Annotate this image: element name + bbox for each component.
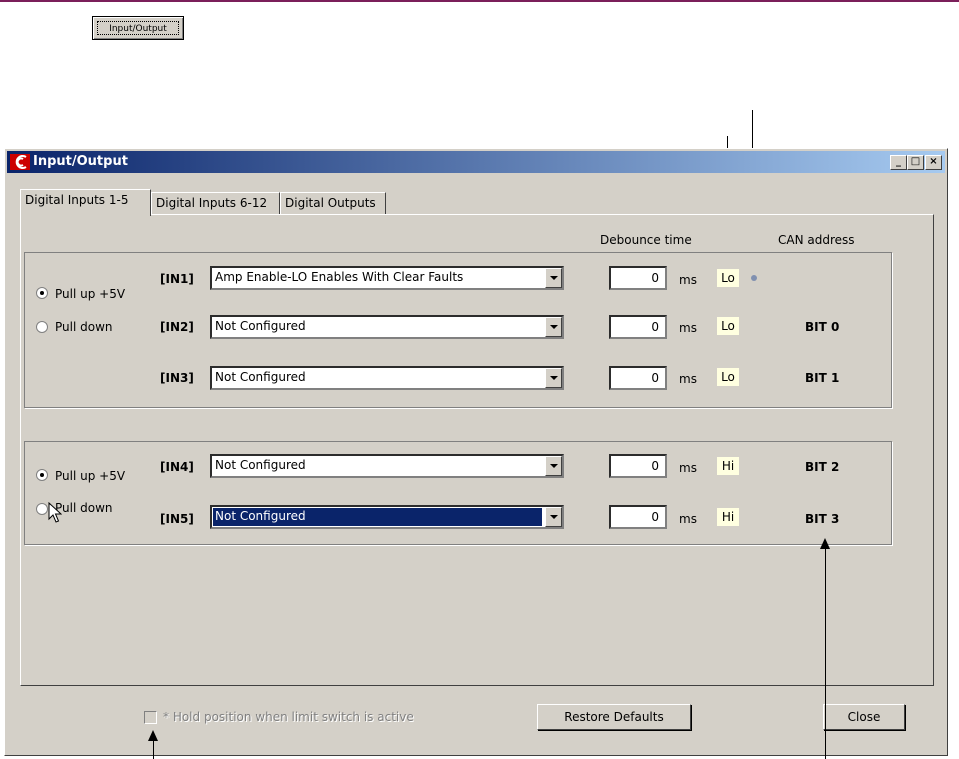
in1-state-indicator: Lo <box>717 269 739 287</box>
combo-value: Not Configured <box>215 319 306 333</box>
chevron-down-icon[interactable] <box>545 317 562 337</box>
input-label: [IN2] <box>160 320 194 334</box>
debounce-time-header: Debounce time <box>600 233 692 247</box>
pull-up-radio-group-1[interactable] <box>36 287 48 299</box>
in4-state-indicator: Hi <box>717 457 739 475</box>
hold-position-checkbox[interactable] <box>144 711 157 724</box>
close-button[interactable]: Close <box>823 704 905 730</box>
pull-down-label-group-1: Pull down <box>55 320 113 334</box>
input-output-toolbar-label: Input/Output <box>97 21 179 35</box>
pull-down-radio-group-1[interactable] <box>36 321 48 333</box>
input-label: [IN3] <box>160 371 194 385</box>
combo-value: Not Configured <box>213 508 542 526</box>
tab-label: Digital Inputs 6-12 <box>156 196 268 210</box>
hold-position-label: * Hold position when limit switch is act… <box>163 710 414 724</box>
pull-down-radio-group-2[interactable] <box>36 503 48 515</box>
in5-debounce-input[interactable]: 0 <box>609 505 667 529</box>
callout-arrowhead-checkbox <box>148 730 158 741</box>
in2-state-indicator: Lo <box>717 317 739 335</box>
window-titlebar[interactable]: Input/Output _ □ × <box>7 151 945 173</box>
tab-digital-outputs[interactable]: Digital Outputs <box>280 192 386 214</box>
in3-debounce-input[interactable]: 0 <box>609 366 667 390</box>
callout-line-checkbox <box>153 740 154 759</box>
in4-debounce-input[interactable]: 0 <box>609 454 667 478</box>
input-output-window: Input/Output _ □ × Digital Inputs 1-5 Di… <box>4 148 948 756</box>
in5-state-indicator: Hi <box>717 508 739 526</box>
in3-function-select[interactable]: Not Configured <box>210 366 564 390</box>
ms-unit: ms <box>679 512 697 526</box>
window-title: Input/Output <box>33 154 128 169</box>
minimize-icon: _ <box>896 156 901 167</box>
chevron-down-icon[interactable] <box>545 507 562 527</box>
minimize-button[interactable]: _ <box>890 155 907 170</box>
chevron-down-icon[interactable] <box>545 456 562 476</box>
maximize-icon: □ <box>910 156 921 167</box>
pull-down-label-group-2: Pull down <box>55 501 113 515</box>
callout-arrowhead-can-bit <box>820 538 830 549</box>
pull-up-radio-group-2[interactable] <box>36 469 48 481</box>
ms-unit: ms <box>679 461 697 475</box>
in4-function-select[interactable]: Not Configured <box>210 454 564 478</box>
chevron-down-icon[interactable] <box>545 268 562 288</box>
ms-unit: ms <box>679 273 697 287</box>
input-output-toolbar-button[interactable]: Input/Output <box>92 16 184 40</box>
in1-function-select[interactable]: Amp Enable-LO Enables With Clear Faults <box>210 266 564 290</box>
tab-label: Digital Inputs 1-5 <box>25 193 129 207</box>
input-label: [IN5] <box>160 512 194 526</box>
in3-state-indicator: Lo <box>717 368 739 386</box>
mouse-cursor-icon <box>48 502 62 523</box>
in2-can-bit: BIT 0 <box>805 320 840 334</box>
tab-label: Digital Outputs <box>285 196 376 210</box>
callout-line-can-bit <box>825 548 826 759</box>
in3-can-bit: BIT 1 <box>805 371 840 385</box>
tab-digital-inputs-6-12[interactable]: Digital Inputs 6-12 <box>151 192 280 214</box>
maximize-button[interactable]: □ <box>907 155 924 170</box>
in1-status-led-icon <box>751 275 757 281</box>
input-label: [IN1] <box>160 272 194 286</box>
pull-up-label-group-1: Pull up +5V <box>55 287 126 301</box>
combo-value: Not Configured <box>215 458 306 472</box>
in1-debounce-input[interactable]: 0 <box>609 266 667 290</box>
in2-function-select[interactable]: Not Configured <box>210 315 564 339</box>
restore-defaults-button[interactable]: Restore Defaults <box>537 704 691 730</box>
page-top-rule <box>0 0 959 2</box>
pull-up-label-group-2: Pull up +5V <box>55 469 126 483</box>
chevron-down-icon[interactable] <box>545 368 562 388</box>
ms-unit: ms <box>679 321 697 335</box>
ms-unit: ms <box>679 372 697 386</box>
in5-can-bit: BIT 3 <box>805 512 840 526</box>
in5-function-select[interactable]: Not Configured <box>210 505 564 529</box>
tab-digital-inputs-1-5[interactable]: Digital Inputs 1-5 <box>20 189 151 216</box>
close-icon: × <box>929 156 938 167</box>
close-window-button[interactable]: × <box>925 155 942 170</box>
input-label: [IN4] <box>160 460 194 474</box>
app-logo-icon <box>10 154 30 170</box>
in2-debounce-input[interactable]: 0 <box>609 315 667 339</box>
combo-value: Amp Enable-LO Enables With Clear Faults <box>215 270 464 284</box>
can-address-header: CAN address <box>778 233 855 247</box>
in4-can-bit: BIT 2 <box>805 460 840 474</box>
combo-value: Not Configured <box>215 370 306 384</box>
